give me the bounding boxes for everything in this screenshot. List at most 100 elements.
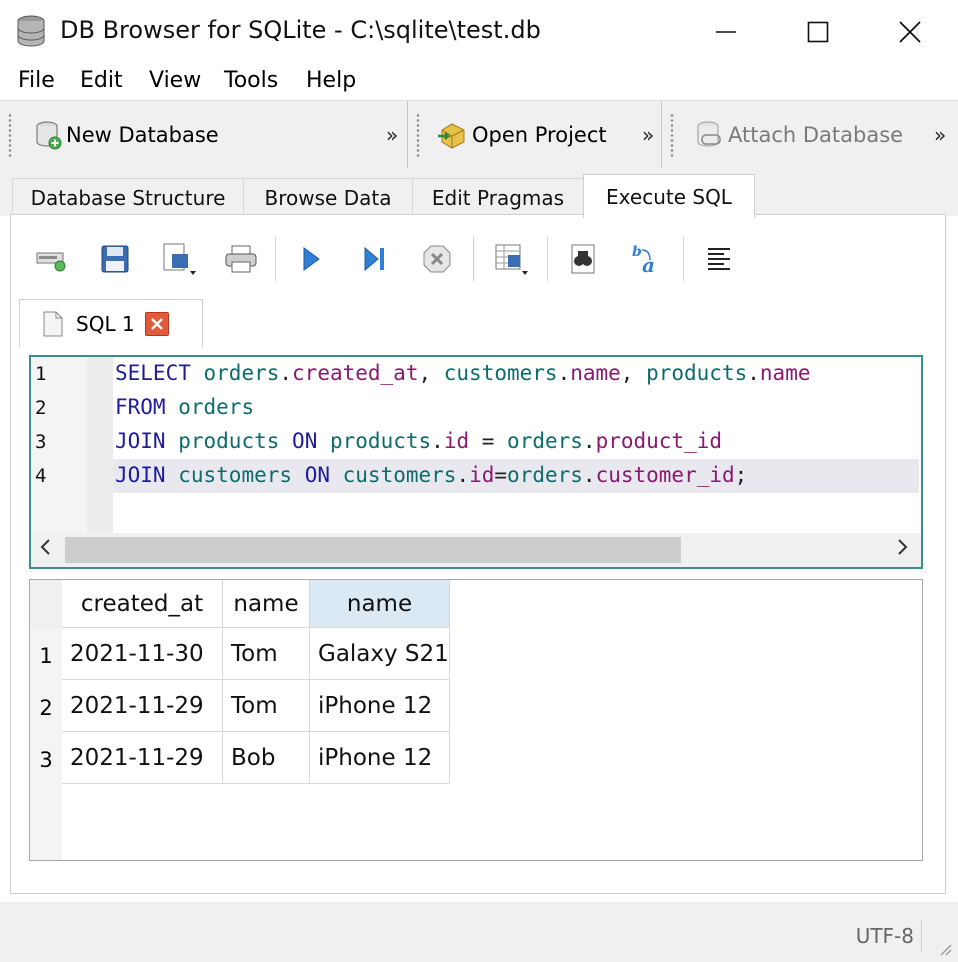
- results-table-dropdown-icon: [495, 244, 528, 275]
- comment-lines-button[interactable]: [699, 239, 739, 279]
- code-token: orders: [507, 463, 583, 487]
- column-header[interactable]: created_at: [62, 580, 223, 628]
- table-cell[interactable]: 2021-11-29: [62, 732, 223, 784]
- scroll-right-arrow[interactable]: [897, 537, 909, 562]
- print-button[interactable]: [221, 239, 261, 279]
- execute-sql-panel: b a SQL 1 1 2 3 4 SELECT orders.created_…: [10, 214, 946, 894]
- results-grid: created_at name name 1 2021-11-30 Tom Ga…: [29, 579, 923, 861]
- find-text-button[interactable]: [563, 239, 603, 279]
- tab-browse-data[interactable]: Browse Data: [243, 178, 413, 216]
- code-token: id: [469, 463, 495, 487]
- code-token: ON: [292, 429, 318, 453]
- code-token: orders: [178, 395, 255, 419]
- toolbar-grip[interactable]: [670, 113, 674, 157]
- column-header-selected[interactable]: name: [310, 580, 450, 628]
- new-database-icon: [36, 121, 62, 150]
- code-token: products: [178, 429, 280, 453]
- column-header[interactable]: name: [223, 580, 310, 628]
- open-tab-icon: [36, 252, 66, 272]
- find-binoculars-icon: [571, 244, 595, 274]
- save-results-button[interactable]: [491, 239, 531, 279]
- tab-edit-pragmas[interactable]: Edit Pragmas: [412, 178, 584, 216]
- menu-help[interactable]: Help: [306, 68, 356, 93]
- new-database-label: New Database: [66, 123, 219, 147]
- horizontal-scrollbar[interactable]: [31, 533, 921, 567]
- table-cell[interactable]: Tom: [223, 680, 310, 732]
- attach-database-icon: [697, 121, 721, 147]
- code-token: ;: [734, 463, 748, 487]
- code-token: .: [747, 361, 760, 385]
- toolbar-overflow-button[interactable]: »: [386, 123, 398, 147]
- play-icon: [303, 247, 320, 271]
- open-tab-button[interactable]: [31, 239, 71, 279]
- code-token: .: [431, 429, 444, 453]
- toolbar-group-attach: Attach Database »: [662, 101, 958, 169]
- resize-grip-icon[interactable]: [938, 942, 952, 956]
- menu-file[interactable]: File: [18, 68, 55, 93]
- row-header[interactable]: 3: [30, 734, 62, 786]
- table-cell[interactable]: 2021-11-29: [62, 680, 223, 732]
- grid-corner[interactable]: [30, 580, 62, 628]
- main-tab-bar: Database Structure Browse Data Edit Prag…: [0, 168, 958, 218]
- code-token: .: [557, 361, 571, 385]
- save-sql-file-button[interactable]: [159, 239, 199, 279]
- toolbar-group-new: New Database »: [0, 101, 408, 169]
- sql-tab[interactable]: SQL 1: [19, 299, 203, 347]
- maximize-button[interactable]: [772, 0, 864, 64]
- code-token: orders: [203, 361, 280, 385]
- floppy-icon: [101, 245, 129, 273]
- find-replace-button[interactable]: b a: [627, 239, 667, 279]
- menu-view[interactable]: View: [149, 68, 201, 93]
- toolbar-overflow-button[interactable]: »: [642, 123, 654, 147]
- tab-database-structure[interactable]: Database Structure: [12, 178, 244, 216]
- attach-database-button[interactable]: Attach Database: [694, 115, 903, 155]
- toolbar-separator: [547, 237, 548, 281]
- minimize-icon: [716, 31, 736, 33]
- table-cell[interactable]: 2021-11-30: [62, 628, 223, 680]
- table-cell[interactable]: Tom: [223, 628, 310, 680]
- menu-bar: File Edit View Tools Help: [0, 64, 958, 100]
- open-sql-file-button[interactable]: [95, 239, 135, 279]
- code-token: created_at: [292, 361, 419, 385]
- play-to-end-icon: [364, 246, 384, 272]
- row-header[interactable]: 1: [30, 630, 62, 682]
- line-number: 4: [35, 465, 47, 487]
- row-header[interactable]: 2: [30, 682, 62, 734]
- status-separator: [921, 920, 922, 952]
- maximize-icon: [807, 21, 829, 43]
- tab-execute-sql[interactable]: Execute SQL: [583, 174, 755, 218]
- minimize-button[interactable]: [680, 0, 772, 64]
- menu-edit[interactable]: Edit: [80, 68, 123, 93]
- open-project-button[interactable]: Open Project: [436, 115, 607, 155]
- toolbar-grip[interactable]: [416, 113, 420, 157]
- close-sql-tab-button[interactable]: [144, 311, 169, 336]
- code-token: JOIN: [115, 429, 166, 453]
- svg-text:a: a: [642, 253, 655, 276]
- window-title: DB Browser for SQLite - C:\sqlite\test.d…: [60, 16, 541, 44]
- toolbar-grip[interactable]: [8, 113, 12, 157]
- sql-editor[interactable]: 1 2 3 4 SELECT orders.created_at, custom…: [29, 355, 923, 569]
- toolbar-overflow-button[interactable]: »: [934, 123, 946, 147]
- scroll-left-arrow[interactable]: [39, 537, 51, 562]
- new-database-button[interactable]: New Database: [34, 115, 219, 155]
- close-window-button[interactable]: [864, 0, 956, 64]
- code-token: .: [582, 463, 596, 487]
- code-token: customers: [443, 361, 558, 385]
- code-token: customers: [342, 463, 457, 487]
- table-cell[interactable]: iPhone 12: [310, 732, 450, 784]
- execute-current-line-button[interactable]: [355, 239, 395, 279]
- table-cell[interactable]: iPhone 12: [310, 680, 450, 732]
- execute-all-button[interactable]: [291, 239, 331, 279]
- stop-execution-button[interactable]: [417, 239, 457, 279]
- table-cell[interactable]: Galaxy S21: [310, 628, 450, 680]
- menu-tools[interactable]: Tools: [224, 68, 278, 93]
- code-token: name: [570, 361, 621, 385]
- scrollbar-thumb[interactable]: [65, 537, 681, 563]
- close-tab-icon: [150, 317, 163, 330]
- toolbar-separator: [473, 237, 474, 281]
- table-cell[interactable]: Bob: [223, 732, 310, 784]
